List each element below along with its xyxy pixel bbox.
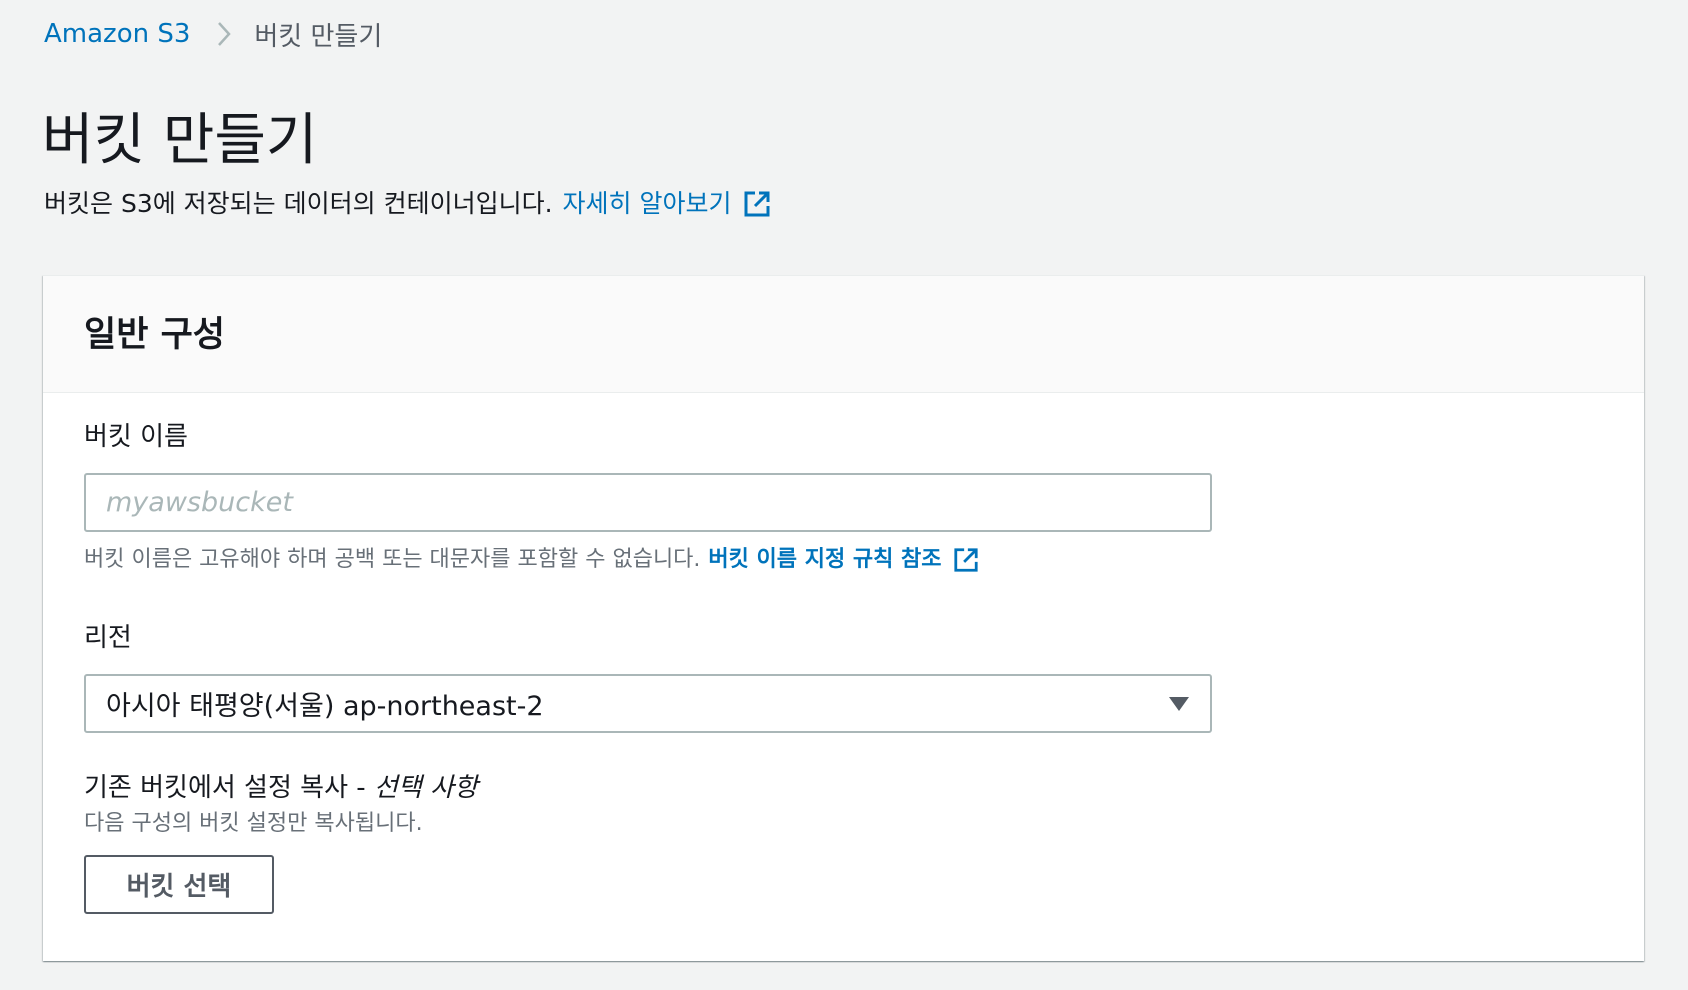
breadcrumb-current: 버킷 만들기 bbox=[254, 21, 383, 52]
panel-header: 일반 구성 bbox=[43, 276, 1644, 393]
learn-more-link[interactable]: 자세히 알아보기 bbox=[563, 184, 732, 224]
panel-title: 일반 구성 bbox=[84, 315, 225, 355]
bucket-name-label: 버킷 이름 bbox=[84, 422, 188, 452]
copy-settings-description: 다음 구성의 버킷 설정만 복사됩니다. bbox=[84, 811, 423, 836]
external-link-icon[interactable] bbox=[953, 547, 979, 573]
caret-down-icon bbox=[1168, 696, 1190, 712]
region-label: 리전 bbox=[84, 623, 132, 653]
page-title: 버킷 만들기 bbox=[42, 108, 318, 173]
region-select[interactable]: 아시아 태평양(서울) ap-northeast-2 bbox=[84, 674, 1212, 733]
chevron-right-icon bbox=[216, 20, 232, 48]
region-selected-value: 아시아 태평양(서울) ap-northeast-2 bbox=[106, 691, 544, 722]
bucket-name-input[interactable] bbox=[84, 473, 1212, 532]
bucket-naming-rules-link[interactable]: 버킷 이름 지정 규칙 참조 bbox=[708, 544, 941, 576]
breadcrumb-amazon-s3-link[interactable]: Amazon S3 bbox=[44, 19, 190, 49]
choose-bucket-button[interactable]: 버킷 선택 bbox=[84, 855, 274, 914]
page-description-text: 버킷은 S3에 저장되는 데이터의 컨테이너입니다. bbox=[44, 189, 553, 218]
optional-tag: 선택 사항 bbox=[373, 773, 478, 803]
breadcrumb: Amazon S3 버킷 만들기 bbox=[44, 14, 382, 54]
general-config-panel: 일반 구성 버킷 이름 버킷 이름은 고유해야 하며 공백 또는 대문자를 포함… bbox=[43, 275, 1644, 961]
external-link-icon[interactable] bbox=[743, 190, 771, 218]
copy-settings-label-text: 기존 버킷에서 설정 복사 - bbox=[84, 773, 374, 803]
copy-settings-label: 기존 버킷에서 설정 복사 - 선택 사항 bbox=[84, 770, 478, 806]
bucket-name-hint: 버킷 이름은 고유해야 하며 공백 또는 대문자를 포함할 수 없습니다. 버킷… bbox=[84, 544, 979, 576]
page-description: 버킷은 S3에 저장되는 데이터의 컨테이너입니다. 자세히 알아보기 bbox=[44, 184, 771, 224]
bucket-name-hint-text: 버킷 이름은 고유해야 하며 공백 또는 대문자를 포함할 수 없습니다. bbox=[84, 547, 701, 572]
